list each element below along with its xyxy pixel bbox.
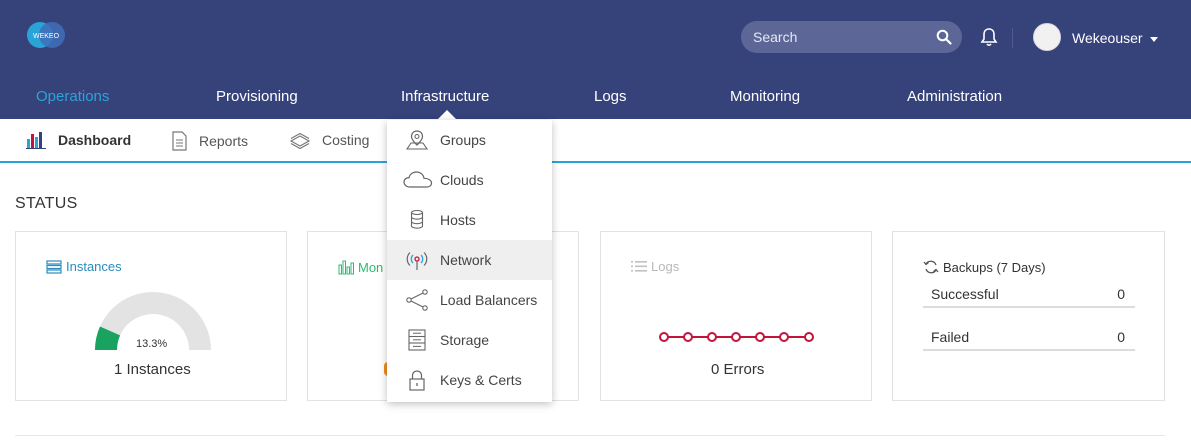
- backup-value: 0: [1117, 329, 1125, 345]
- search-placeholder: Search: [753, 29, 798, 45]
- subnav-dashboard[interactable]: Dashboard: [26, 131, 131, 149]
- log-point: [755, 332, 765, 342]
- subnav-dashboard-label: Dashboard: [58, 132, 132, 148]
- nav-logs[interactable]: Logs: [594, 88, 627, 105]
- menu-item-label: Network: [440, 252, 492, 268]
- log-point: [804, 332, 814, 342]
- backup-label: Failed: [931, 329, 970, 345]
- money-stack-icon: [290, 132, 310, 149]
- log-point: [659, 332, 669, 342]
- menu-item-label: Clouds: [440, 172, 484, 188]
- lock-icon: [409, 370, 425, 391]
- menu-item-storage[interactable]: Storage: [387, 320, 552, 360]
- subnav-reports-label: Reports: [199, 133, 249, 149]
- menu-item-label: Groups: [440, 132, 486, 148]
- menu-item-keys-certs[interactable]: Keys & Certs: [387, 360, 552, 400]
- document-icon: [172, 131, 187, 151]
- backup-label: Successful: [931, 286, 999, 302]
- bell-icon[interactable]: [980, 27, 998, 47]
- logs-error-count: 0 Errors: [711, 361, 765, 378]
- logs-card: Logs 0 Errors: [600, 231, 872, 401]
- wireless-icon: [406, 252, 428, 270]
- logs-title-label: Logs: [651, 259, 680, 274]
- menu-item-label: Hosts: [440, 212, 476, 228]
- infrastructure-dropdown: Groups Clouds Hosts Network Load Balance…: [387, 120, 552, 402]
- top-header: WEKEO Search Wekeouser Operations Provis…: [0, 0, 1191, 119]
- backup-value: 0: [1117, 286, 1125, 302]
- log-point: [731, 332, 741, 342]
- menu-item-label: Storage: [440, 332, 490, 348]
- instances-title[interactable]: Instances: [46, 259, 122, 274]
- status-heading: STATUS: [15, 195, 78, 212]
- monitoring-title-label: Mon: [358, 259, 384, 275]
- subnav-costing[interactable]: Costing: [290, 131, 369, 149]
- bar-chart-icon: [26, 132, 46, 149]
- log-point: [779, 332, 789, 342]
- log-point: [683, 332, 693, 342]
- menu-item-clouds[interactable]: Clouds: [387, 160, 552, 200]
- section-divider: [15, 435, 1165, 436]
- monitoring-title[interactable]: Mon: [338, 259, 383, 275]
- share-icon: [406, 289, 428, 311]
- logs-sparkline: [659, 332, 814, 342]
- nav-infrastructure[interactable]: Infrastructure: [401, 88, 489, 105]
- menu-item-label: Load Balancers: [440, 292, 538, 308]
- nav-operations[interactable]: Operations: [36, 88, 109, 105]
- svg-text:WEKEO: WEKEO: [33, 33, 60, 40]
- username[interactable]: Wekeouser: [1072, 30, 1143, 46]
- backups-title[interactable]: Backups (7 Days): [923, 259, 1046, 275]
- nav-monitoring[interactable]: Monitoring: [730, 88, 800, 105]
- menu-item-load-balancers[interactable]: Load Balancers: [387, 280, 552, 320]
- backup-row-failed: Failed 0: [923, 329, 1135, 351]
- database-icon: [410, 209, 424, 229]
- list-icon: [631, 261, 647, 272]
- search-input[interactable]: Search: [741, 21, 962, 53]
- subnav-costing-label: Costing: [322, 132, 370, 148]
- header-divider: [1012, 28, 1013, 48]
- gauge-percent: 13.3%: [136, 338, 168, 350]
- log-point: [707, 332, 717, 342]
- backups-card: Backups (7 Days) Successful 0 Failed 0: [892, 231, 1165, 401]
- wekeo-logo[interactable]: WEKEO: [26, 19, 66, 51]
- subnav-reports[interactable]: Reports: [171, 131, 248, 151]
- avatar[interactable]: [1033, 23, 1061, 51]
- instances-card: Instances 13.3% 1 Instances: [15, 231, 287, 401]
- sub-nav: Dashboard Reports Costing: [0, 119, 1191, 163]
- menu-item-network[interactable]: Network: [387, 240, 552, 280]
- instances-count: 1 Instances: [114, 361, 191, 378]
- chevron-down-icon[interactable]: [1150, 37, 1158, 42]
- backups-title-label: Backups (7 Days): [943, 259, 1046, 275]
- location-pin-icon: [405, 130, 429, 150]
- refresh-icon: [923, 260, 939, 274]
- search-icon[interactable]: [936, 29, 952, 45]
- nav-administration[interactable]: Administration: [907, 88, 1002, 105]
- cloud-icon: [403, 171, 433, 188]
- logs-title[interactable]: Logs: [631, 259, 679, 274]
- server-stack-icon: [46, 259, 62, 274]
- backup-row-successful: Successful 0: [923, 286, 1135, 308]
- nav-provisioning[interactable]: Provisioning: [216, 88, 298, 105]
- menu-item-hosts[interactable]: Hosts: [387, 200, 552, 240]
- nav-dropdown-pointer: [438, 110, 456, 119]
- server-icon: [408, 329, 426, 351]
- bar-chart-icon: [338, 260, 354, 275]
- menu-item-label: Keys & Certs: [440, 372, 522, 388]
- instances-title-label: Instances: [66, 259, 122, 274]
- menu-item-groups[interactable]: Groups: [387, 120, 552, 160]
